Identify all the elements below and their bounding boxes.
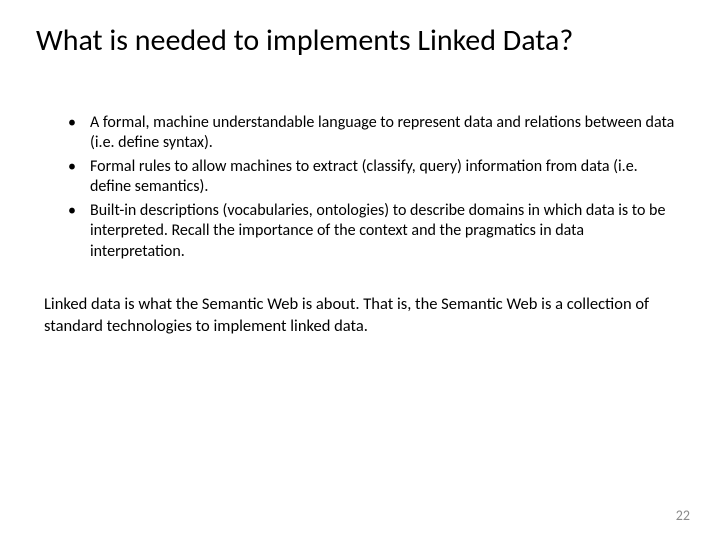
slide: What is needed to implements Linked Data…	[0, 0, 720, 540]
page-number: 22	[676, 507, 690, 524]
body-paragraph: Linked data is what the Semantic Web is …	[36, 294, 684, 337]
page-title: What is needed to implements Linked Data…	[36, 24, 684, 57]
bullet-list: A formal, machine understandable languag…	[36, 113, 684, 262]
list-item: A formal, machine understandable languag…	[58, 113, 678, 154]
list-item: Built-in descriptions (vocabularies, ont…	[58, 201, 678, 262]
list-item: Formal rules to allow machines to extrac…	[58, 157, 678, 198]
